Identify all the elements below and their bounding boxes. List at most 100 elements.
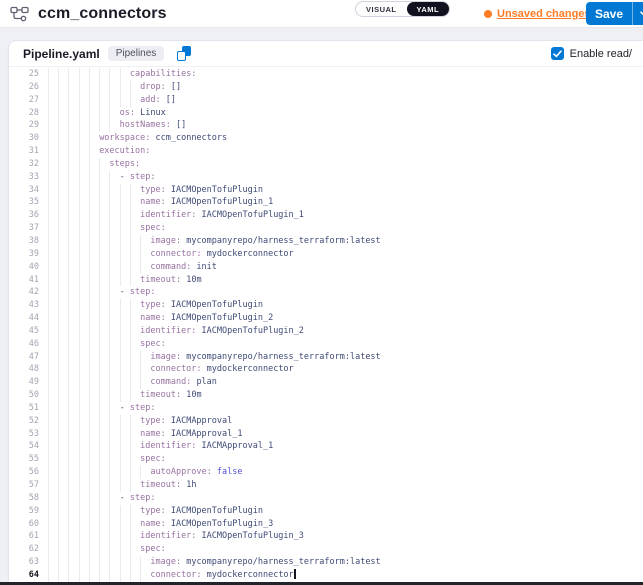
line-number: 44 <box>9 312 39 325</box>
unsaved-changes-link[interactable]: Unsaved changes <box>484 0 591 27</box>
code-line[interactable]: 57 timeout: 1h <box>9 479 643 492</box>
code-line[interactable]: 26 drop: [] <box>9 81 643 94</box>
code-line[interactable]: 51 - step: <box>9 402 643 415</box>
code-text: identifier: IACMOpenTofuPlugin_3 <box>48 531 304 541</box>
code-text: drop: [] <box>48 82 181 92</box>
save-split-button: Save <box>586 2 643 25</box>
line-number: 55 <box>9 453 39 466</box>
code-text: connector: mydockerconnector <box>48 570 296 580</box>
code-line[interactable]: 54 identifier: IACMApproval_1 <box>9 440 643 453</box>
code-text: identifier: IACMApproval_1 <box>48 441 273 451</box>
code-line[interactable]: 53 name: IACMApproval_1 <box>9 428 643 441</box>
line-number: 47 <box>9 351 39 364</box>
line-number: 26 <box>9 81 39 94</box>
code-text: command: init <box>48 262 217 272</box>
code-line[interactable]: 45 identifier: IACMOpenTofuPlugin_2 <box>9 325 643 338</box>
line-number: 64 <box>9 569 39 582</box>
pipeline-icon <box>10 6 29 23</box>
line-number: 52 <box>9 415 39 428</box>
code-line[interactable]: 64 connector: mydockerconnector <box>9 569 643 582</box>
yaml-code-editor[interactable]: 25 capabilities:26 drop: []27 add: []28 … <box>9 67 643 585</box>
code-text: timeout: 1h <box>48 480 196 490</box>
code-line[interactable]: 31 execution: <box>9 145 643 158</box>
code-line[interactable]: 59 type: IACMOpenTofuPlugin <box>9 505 643 518</box>
code-line[interactable]: 38 image: mycompanyrepo/harness_terrafor… <box>9 235 643 248</box>
code-text: spec: <box>48 454 166 464</box>
code-line[interactable]: 46 spec: <box>9 338 643 351</box>
code-line[interactable]: 25 capabilities: <box>9 68 643 81</box>
code-line[interactable]: 44 name: IACMOpenTofuPlugin_2 <box>9 312 643 325</box>
code-line[interactable]: 41 timeout: 10m <box>9 274 643 287</box>
code-line[interactable]: 56 autoApprove: false <box>9 466 643 479</box>
line-number: 38 <box>9 235 39 248</box>
code-text: type: IACMOpenTofuPlugin <box>48 506 263 516</box>
code-line[interactable]: 47 image: mycompanyrepo/harness_terrafor… <box>9 351 643 364</box>
code-text: type: IACMApproval <box>48 416 232 426</box>
line-number: 39 <box>9 248 39 261</box>
visual-mode-button[interactable]: VISUAL <box>356 2 407 16</box>
line-number: 58 <box>9 492 39 505</box>
code-text: command: plan <box>48 377 217 387</box>
code-line[interactable]: 36 identifier: IACMOpenTofuPlugin_1 <box>9 209 643 222</box>
code-text: autoApprove: false <box>48 467 243 477</box>
line-number: 37 <box>9 222 39 235</box>
code-line[interactable]: 34 type: IACMOpenTofuPlugin <box>9 184 643 197</box>
code-line[interactable]: 30 workspace: ccm_connectors <box>9 132 643 145</box>
line-number: 25 <box>9 68 39 81</box>
file-name: Pipeline.yaml <box>23 47 100 61</box>
code-line[interactable]: 37 spec: <box>9 222 643 235</box>
code-line[interactable]: 43 type: IACMOpenTofuPlugin <box>9 299 643 312</box>
code-line[interactable]: 62 spec: <box>9 543 643 556</box>
line-number: 56 <box>9 466 39 479</box>
code-text: timeout: 10m <box>48 275 202 285</box>
copy-icon[interactable] <box>177 46 191 61</box>
code-line[interactable]: 63 image: mycompanyrepo/harness_terrafor… <box>9 556 643 569</box>
code-line[interactable]: 27 add: [] <box>9 94 643 107</box>
code-line[interactable]: 49 command: plan <box>9 376 643 389</box>
code-text: image: mycompanyrepo/harness_terraform:l… <box>48 236 381 246</box>
code-line[interactable]: 40 command: init <box>9 261 643 274</box>
line-number: 57 <box>9 479 39 492</box>
line-number: 31 <box>9 145 39 158</box>
code-text: spec: <box>48 223 166 233</box>
pipeline-title-group: ccm_connectors <box>10 0 167 28</box>
code-line[interactable]: 58 - step: <box>9 492 643 505</box>
code-line[interactable]: 61 identifier: IACMOpenTofuPlugin_3 <box>9 530 643 543</box>
code-text: identifier: IACMOpenTofuPlugin_2 <box>48 326 304 336</box>
line-number: 41 <box>9 274 39 287</box>
code-line[interactable]: 50 timeout: 10m <box>9 389 643 402</box>
code-line[interactable]: 39 connector: mydockerconnector <box>9 248 643 261</box>
code-line[interactable]: 48 connector: mydockerconnector <box>9 363 643 376</box>
code-text: name: IACMApproval_1 <box>48 429 243 439</box>
code-text: type: IACMOpenTofuPlugin <box>48 300 263 310</box>
save-options-button[interactable] <box>632 2 643 25</box>
unsaved-dot-icon <box>484 10 492 18</box>
line-number: 50 <box>9 389 39 402</box>
visual-yaml-toggle: VISUAL YAML <box>355 1 450 17</box>
code-line[interactable]: 29 hostNames: [] <box>9 119 643 132</box>
code-text: capabilities: <box>48 69 196 79</box>
checkbox-checked-icon[interactable] <box>551 47 564 60</box>
line-number: 46 <box>9 338 39 351</box>
code-line[interactable]: 35 name: IACMOpenTofuPlugin_1 <box>9 196 643 209</box>
line-number: 42 <box>9 286 39 299</box>
yaml-mode-button[interactable]: YAML <box>407 2 450 16</box>
code-line[interactable]: 42 - step: <box>9 286 643 299</box>
line-number: 62 <box>9 543 39 556</box>
enable-checkbox-label: Enable read/ <box>570 48 632 60</box>
code-line[interactable]: 32 steps: <box>9 158 643 171</box>
save-button[interactable]: Save <box>586 2 632 25</box>
code-line[interactable]: 60 name: IACMOpenTofuPlugin_3 <box>9 518 643 531</box>
enable-edit-checkbox-row[interactable]: Enable read/ <box>551 47 632 60</box>
code-line[interactable]: 33 - step: <box>9 171 643 184</box>
code-line[interactable]: 28 os: Linux <box>9 107 643 120</box>
code-text: workspace: ccm_connectors <box>48 133 227 143</box>
line-number: 27 <box>9 94 39 107</box>
line-number: 60 <box>9 518 39 531</box>
unsaved-changes-label: Unsaved changes <box>497 8 591 20</box>
entity-type-badge: Pipelines <box>108 46 165 61</box>
code-line[interactable]: 55 spec: <box>9 453 643 466</box>
code-text: identifier: IACMOpenTofuPlugin_1 <box>48 210 304 220</box>
code-text: type: IACMOpenTofuPlugin <box>48 185 263 195</box>
code-line[interactable]: 52 type: IACMApproval <box>9 415 643 428</box>
